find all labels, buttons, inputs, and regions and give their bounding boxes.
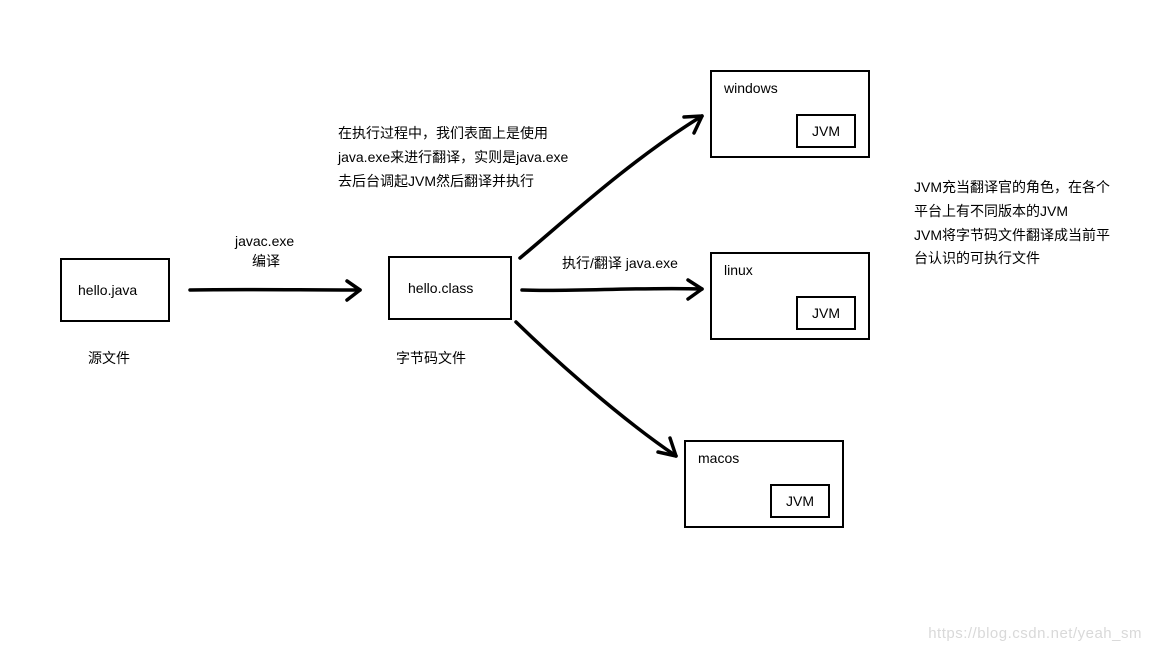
jvm-note: JVM充当翻译官的角色，在各个 平台上有不同版本的JVM JVM将字节码文件翻译… <box>914 176 1110 271</box>
arrow-to-linux-head <box>688 280 702 299</box>
arrow-to-macos <box>516 322 676 456</box>
platform-windows-box: windows JVM <box>710 70 870 158</box>
watermark: https://blog.csdn.net/yeah_sm <box>928 625 1142 642</box>
jvm-note-line4: 台认识的可执行文件 <box>914 247 1110 271</box>
source-file-label: hello.java <box>78 282 137 298</box>
arrow-to-macos-head <box>658 438 676 456</box>
platform-windows-label: windows <box>724 80 778 96</box>
platform-macos-jvm-label: JVM <box>786 493 814 509</box>
platform-macos-box: macos JVM <box>684 440 844 528</box>
compile-action-label: 编译 <box>252 250 280 274</box>
jvm-note-line3: JVM将字节码文件翻译成当前平 <box>914 224 1110 248</box>
platform-linux-jvm-label: JVM <box>812 305 840 321</box>
bytecode-file-box: hello.class <box>388 256 512 320</box>
bytecode-file-label: hello.class <box>408 280 473 296</box>
exec-translate-label: 执行/翻译 java.exe <box>562 252 678 276</box>
source-file-box: hello.java <box>60 258 170 322</box>
platform-windows-jvm-box: JVM <box>796 114 856 148</box>
platform-linux-box: linux JVM <box>710 252 870 340</box>
exec-note-line3: 去后台调起JVM然后翻译并执行 <box>338 170 568 194</box>
exec-note: 在执行过程中，我们表面上是使用 java.exe来进行翻译，实则是java.ex… <box>338 122 568 193</box>
bytecode-file-caption: 字节码文件 <box>396 347 466 371</box>
jvm-note-line2: 平台上有不同版本的JVM <box>914 200 1110 224</box>
platform-linux-label: linux <box>724 262 753 278</box>
exec-note-line2: java.exe来进行翻译，实则是java.exe <box>338 146 568 170</box>
platform-macos-label: macos <box>698 450 739 466</box>
arrow-compile-head <box>347 281 360 300</box>
arrows-layer <box>0 0 1152 648</box>
platform-linux-jvm-box: JVM <box>796 296 856 330</box>
arrow-to-windows-head <box>684 116 702 133</box>
platform-macos-jvm-box: JVM <box>770 484 830 518</box>
arrow-to-linux <box>522 289 702 291</box>
platform-windows-jvm-label: JVM <box>812 123 840 139</box>
jvm-note-line1: JVM充当翻译官的角色，在各个 <box>914 176 1110 200</box>
exec-note-line1: 在执行过程中，我们表面上是使用 <box>338 122 568 146</box>
source-file-caption: 源文件 <box>88 347 130 371</box>
